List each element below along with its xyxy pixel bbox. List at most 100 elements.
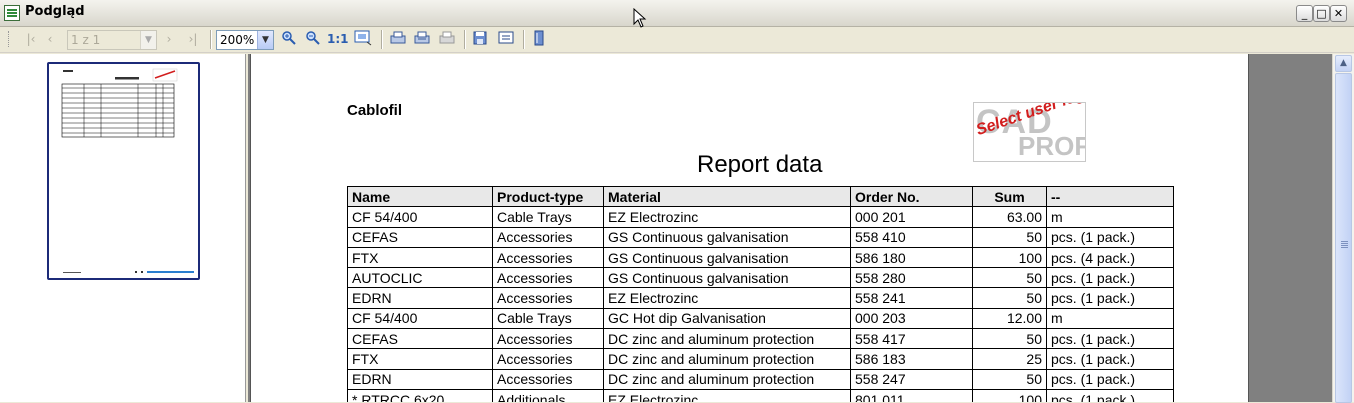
table-cell: Additionals — [492, 388, 604, 402]
page-thumbnail[interactable] — [47, 62, 200, 280]
table-cell: 50 — [972, 267, 1047, 289]
table-row: EDRN Accessories EZ Electrozinc 558 241 50 pc… — [347, 287, 1174, 309]
table-row: CF 54/400 Cable Trays GC Hot dip Galvanisa… — [347, 307, 1174, 330]
scroll-up-button[interactable]: ▲ — [1335, 55, 1352, 72]
table-cell: Accessories — [492, 348, 604, 370]
window-title: Podgląd — [25, 4, 85, 19]
zoom-value: 200% — [220, 33, 255, 47]
document-view[interactable]: Cablofil CAD PROFI Select user logo Repo… — [248, 54, 1332, 402]
table-cell: pcs. (1 pack.) — [1046, 368, 1174, 390]
table-cell: GS Continuous galvanisation — [603, 267, 851, 289]
table-cell: Accessories — [492, 328, 604, 350]
bookmark-icon[interactable] — [530, 30, 548, 48]
table-cell: EDRN — [347, 368, 493, 390]
toolbar-separator — [523, 30, 524, 49]
zoom-select[interactable]: 200% ▼ — [216, 30, 274, 50]
table-row: FTX Accessories GS Continuous galvanisatio… — [347, 246, 1174, 269]
prev-page-icon[interactable]: ‹ — [42, 30, 58, 48]
table-cell: 50 — [972, 287, 1047, 309]
chevron-down-icon: ▼ — [140, 31, 156, 49]
table-cell: Accessories — [492, 368, 604, 390]
table-row: CF 54/400 Cable Trays EZ Electrozinc 000 20… — [347, 206, 1174, 228]
table-cell: Accessories — [492, 287, 604, 309]
table-cell: EDRN — [347, 287, 493, 309]
table-cell: 586 180 — [850, 246, 973, 269]
table-cell: 558 417 — [850, 328, 973, 350]
print-setup-icon[interactable] — [412, 30, 432, 48]
logo-brand-bottom: PROFI — [1018, 131, 1085, 161]
table-cell: m — [1046, 307, 1174, 330]
table-cell: 50 — [972, 328, 1047, 350]
zoom-in-icon[interactable] — [280, 30, 298, 48]
table-row: * RTRCC 6x20 Additionals EZ Electrozinc 801… — [347, 388, 1174, 402]
next-page-icon[interactable]: › — [162, 30, 176, 48]
toolbar-grip — [8, 31, 11, 47]
export-icon[interactable] — [496, 30, 516, 48]
table-cell: 801 011 — [850, 388, 973, 402]
minimize-button[interactable]: _ — [1296, 5, 1313, 22]
table-cell: EZ Electrozinc — [603, 287, 851, 309]
table-cell: pcs. (1 pack.) — [1046, 287, 1174, 309]
toolbar: |‹ ‹ 1 z 1 ▼ › ›| 200% ▼ 1:1 — [0, 27, 1354, 53]
page-select[interactable]: 1 z 1 ▼ — [67, 30, 157, 50]
table-cell: 558 280 — [850, 267, 973, 289]
table-cell: pcs. (1 pack.) — [1046, 226, 1174, 248]
table-cell: Accessories — [492, 246, 604, 269]
table-cell: 558 241 — [850, 287, 973, 309]
table-cell: FTX — [347, 246, 493, 269]
table-cell: DC zinc and aluminum protection — [603, 328, 851, 350]
report-page: Cablofil CAD PROFI Select user logo Repo… — [250, 54, 1249, 402]
table-cell: CEFAS — [347, 226, 493, 248]
zoom-out-icon[interactable] — [304, 30, 322, 48]
scrollbar-thumb[interactable] — [1335, 73, 1352, 403]
table-cell: Cable Trays — [492, 206, 604, 228]
table-cell: DC zinc and aluminum protection — [603, 348, 851, 370]
table-cell: 100 — [972, 388, 1047, 402]
table-cell: GS Continuous galvanisation — [603, 226, 851, 248]
fit-page-icon[interactable] — [353, 30, 373, 48]
table-cell: FTX — [347, 348, 493, 370]
company-name: Cablofil — [347, 102, 402, 119]
print-icon[interactable] — [388, 30, 408, 48]
column-header: Sum — [972, 185, 1047, 208]
table-cell: 63.00 — [972, 206, 1047, 228]
column-header: Product-type — [492, 185, 604, 208]
table-cell: CF 54/400 — [347, 206, 493, 228]
table-cell: pcs. (1 pack.) — [1046, 388, 1174, 402]
table-cell: 12.00 — [972, 307, 1047, 330]
last-page-icon[interactable]: ›| — [184, 30, 202, 48]
thumbnail-pane — [0, 54, 246, 402]
close-button[interactable]: ✕ — [1330, 5, 1347, 22]
table-row: FTX Accessories DC zinc and aluminum prote… — [347, 348, 1174, 370]
table-cell: pcs. (1 pack.) — [1046, 328, 1174, 350]
maximize-button[interactable]: □ — [1313, 5, 1330, 22]
table-cell: DC zinc and aluminum protection — [603, 368, 851, 390]
toolbar-separator — [381, 30, 382, 49]
table-cell: 000 201 — [850, 206, 973, 228]
table-cell: 558 410 — [850, 226, 973, 248]
table-row: AUTOCLIC Accessories GS Continuous galvani… — [347, 267, 1174, 289]
first-page-icon[interactable]: |‹ — [22, 30, 40, 48]
page-thumbnail-preview — [61, 68, 194, 273]
column-header: Order No. — [850, 185, 973, 208]
table-cell: 558 247 — [850, 368, 973, 390]
table-row: CEFAS Accessories DC zinc and aluminum pro… — [347, 328, 1174, 350]
table-cell: EZ Electrozinc — [603, 206, 851, 228]
table-cell: m — [1046, 206, 1174, 228]
user-logo-placeholder[interactable]: CAD PROFI Select user logo — [973, 102, 1086, 162]
report-table: Name Product-type Material Order No. Sum -- C… — [347, 185, 1174, 402]
table-cell: 000 203 — [850, 307, 973, 330]
table-cell: 50 — [972, 226, 1047, 248]
table-cell: GS Continuous galvanisation — [603, 246, 851, 269]
chevron-down-icon: ▼ — [257, 31, 273, 49]
table-cell: Accessories — [492, 267, 604, 289]
actual-size-button[interactable]: 1:1 — [327, 30, 349, 48]
table-row: EDRN Accessories DC zinc and aluminum prot… — [347, 368, 1174, 390]
vertical-scrollbar[interactable]: ▲ — [1332, 54, 1354, 403]
print-options-icon[interactable] — [437, 30, 457, 48]
page-select-value: 1 z 1 — [71, 33, 101, 47]
table-cell: 50 — [972, 368, 1047, 390]
table-cell: Cable Trays — [492, 307, 604, 330]
column-header: Name — [347, 185, 493, 208]
save-icon[interactable] — [471, 30, 489, 48]
